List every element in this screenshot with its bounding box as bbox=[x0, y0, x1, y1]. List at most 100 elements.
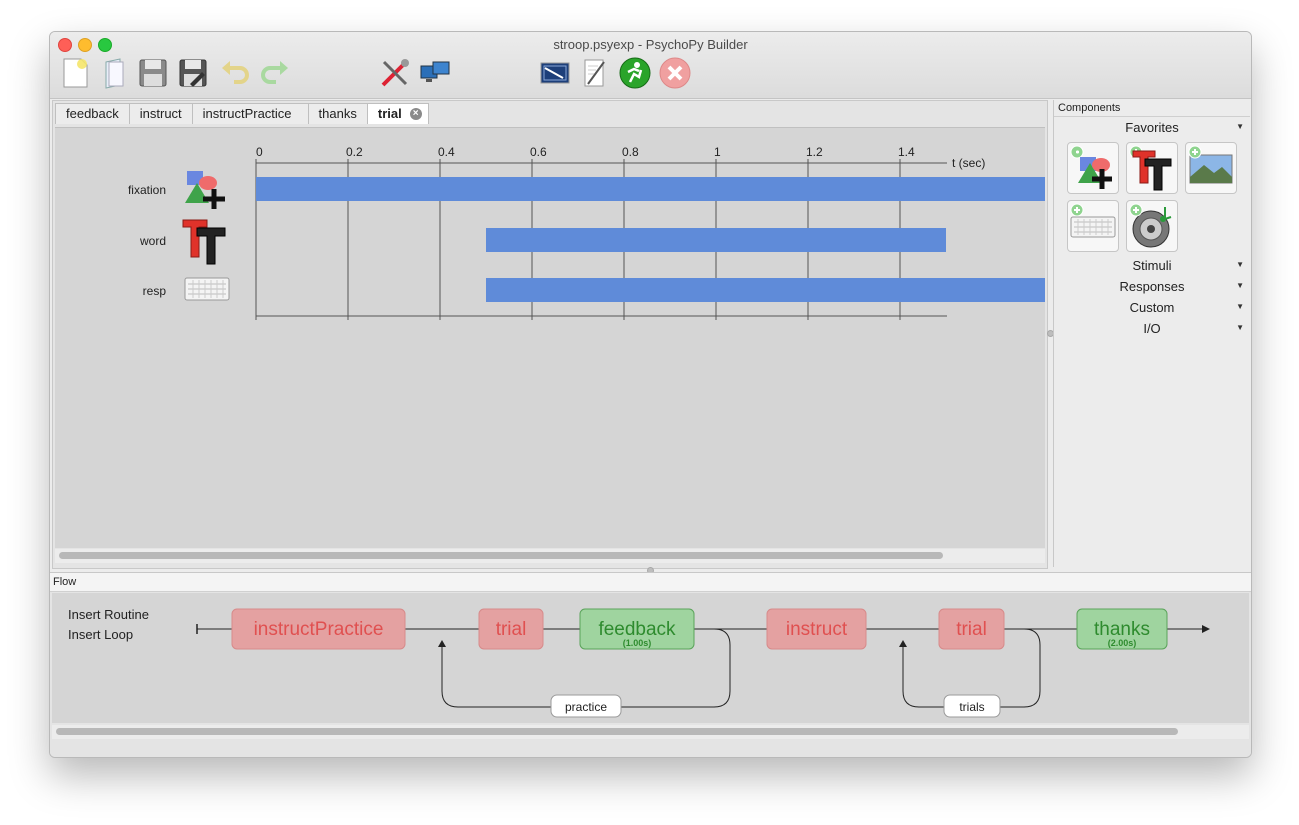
tab-instructPractice[interactable]: instructPractice bbox=[191, 103, 309, 124]
redo-icon[interactable] bbox=[258, 56, 292, 90]
loop-path[interactable] bbox=[441, 628, 731, 708]
routine-duration: (2.00s) bbox=[1108, 638, 1137, 648]
title-bar: stroop.psyexp - PsychoPy Builder bbox=[50, 32, 1251, 99]
polygon-component-button[interactable] bbox=[1067, 142, 1119, 194]
scrollbar-thumb[interactable] bbox=[59, 552, 943, 559]
window-title: stroop.psyexp - PsychoPy Builder bbox=[553, 37, 748, 52]
run-icon[interactable] bbox=[618, 56, 652, 90]
routine-editor: feedback instruct instructPractice thank… bbox=[52, 100, 1048, 569]
dropdown-arrow-icon: ▼ bbox=[1236, 122, 1244, 131]
keyboard-component-button[interactable] bbox=[1067, 200, 1119, 252]
tab-thanks[interactable]: thanks bbox=[307, 103, 368, 124]
routine-label: feedback bbox=[598, 619, 676, 640]
tick-label: 0.8 bbox=[622, 145, 639, 159]
loop-label-trials[interactable]: trials bbox=[959, 700, 984, 714]
routine-instruct[interactable] bbox=[766, 608, 867, 650]
keyboard-icon bbox=[1070, 203, 1116, 238]
routine-timeline: 0 0.2 0.4 0.6 0.8 1 1.2 1.4 t (sec) fixation word r… bbox=[55, 127, 1045, 548]
image-component-button[interactable] bbox=[1185, 142, 1237, 194]
text-component-button[interactable] bbox=[1126, 142, 1178, 194]
polygon-icon[interactable] bbox=[185, 171, 225, 209]
monitor-center-icon[interactable] bbox=[418, 56, 452, 90]
stop-icon[interactable] bbox=[658, 56, 692, 90]
compile-script-icon[interactable] bbox=[578, 56, 612, 90]
loop-arrow bbox=[899, 640, 907, 647]
save-as-icon[interactable] bbox=[176, 56, 210, 90]
insert-loop-button[interactable]: Insert Loop bbox=[68, 627, 133, 642]
new-file-icon[interactable] bbox=[58, 56, 92, 90]
polygon-icon bbox=[1070, 145, 1112, 189]
experiment-settings-icon[interactable] bbox=[538, 56, 572, 90]
category-label: Responses bbox=[1119, 279, 1185, 294]
category-custom[interactable]: Custom ▼ bbox=[1054, 300, 1250, 315]
routine-label: instruct bbox=[786, 619, 848, 640]
flow-canvas: Insert Routine Insert Loop practice trial… bbox=[52, 593, 1249, 723]
text-icon[interactable] bbox=[182, 219, 226, 265]
category-favorites[interactable]: Favorites ▼ bbox=[1054, 120, 1250, 135]
category-stimuli[interactable]: Stimuli ▼ bbox=[1054, 258, 1250, 273]
dropdown-arrow-icon: ▼ bbox=[1236, 302, 1244, 311]
undo-icon[interactable] bbox=[218, 56, 252, 90]
open-file-icon[interactable] bbox=[98, 56, 132, 90]
loop-label-box[interactable] bbox=[550, 694, 622, 718]
component-bar-fixation[interactable] bbox=[256, 177, 1045, 201]
loop-arrow bbox=[438, 640, 446, 647]
component-name-word[interactable]: word bbox=[139, 234, 166, 248]
tab-label: trial bbox=[377, 106, 402, 121]
tick-label: 0.2 bbox=[346, 145, 363, 159]
tab-instruct[interactable]: instruct bbox=[128, 103, 193, 124]
preferences-icon[interactable] bbox=[378, 56, 412, 90]
component-bar-resp[interactable] bbox=[486, 278, 1045, 302]
text-icon bbox=[1129, 145, 1172, 191]
flow-end-arrow bbox=[1202, 625, 1210, 633]
dropdown-arrow-icon: ▼ bbox=[1236, 323, 1244, 332]
routine-trial[interactable] bbox=[478, 608, 544, 650]
routine-label: thanks bbox=[1094, 619, 1150, 640]
components-panel: Components Favorites ▼ Stimuli ▼ Respons… bbox=[1053, 100, 1250, 567]
flow-panel: Flow Insert Routine Insert Loop practice… bbox=[50, 572, 1251, 757]
component-name-fixation[interactable]: fixation bbox=[128, 183, 166, 197]
loop-label-practice[interactable]: practice bbox=[565, 700, 607, 714]
routine-duration: (1.00s) bbox=[623, 638, 652, 648]
routine-trial[interactable] bbox=[938, 608, 1005, 650]
save-icon[interactable] bbox=[136, 56, 170, 90]
loop-label-box[interactable] bbox=[943, 694, 1001, 718]
tick-label: 0.4 bbox=[438, 145, 455, 159]
routine-tabs: feedback instruct instructPractice thank… bbox=[55, 103, 429, 125]
keyboard-icon[interactable] bbox=[184, 277, 230, 301]
routine-label: instructPractice bbox=[254, 619, 384, 640]
tab-feedback[interactable]: feedback bbox=[55, 103, 130, 124]
close-tab-icon[interactable]: × bbox=[409, 108, 422, 120]
tick-label: 1.2 bbox=[806, 145, 823, 159]
tab-label: instruct bbox=[139, 106, 182, 121]
tab-label: feedback bbox=[66, 106, 119, 121]
scrollbar-thumb[interactable] bbox=[56, 728, 1178, 735]
category-label: Custom bbox=[1129, 300, 1175, 315]
category-responses[interactable]: Responses ▼ bbox=[1054, 279, 1250, 294]
psychopy-builder-window: stroop.psyexp - PsychoPy Builder feedbac… bbox=[49, 31, 1252, 758]
components-header: Components bbox=[1054, 100, 1250, 117]
loop-path[interactable] bbox=[902, 628, 1041, 708]
image-icon bbox=[1188, 145, 1233, 184]
category-label: I/O bbox=[1143, 321, 1161, 336]
category-io[interactable]: I/O ▼ bbox=[1054, 321, 1250, 336]
dropdown-arrow-icon: ▼ bbox=[1236, 281, 1244, 290]
routine-horizontal-scrollbar[interactable] bbox=[55, 549, 1045, 563]
routine-label: trial bbox=[956, 619, 987, 640]
tick-label: 1 bbox=[714, 145, 721, 159]
routine-instructPractice[interactable] bbox=[231, 608, 406, 650]
sound-icon bbox=[1129, 203, 1172, 248]
component-name-resp[interactable]: resp bbox=[143, 284, 167, 298]
tab-label: thanks bbox=[318, 106, 357, 121]
routine-label: trial bbox=[496, 619, 527, 640]
insert-routine-button[interactable]: Insert Routine bbox=[68, 607, 149, 622]
dropdown-arrow-icon: ▼ bbox=[1236, 260, 1244, 269]
tick-label: 0.6 bbox=[530, 145, 547, 159]
flow-horizontal-scrollbar[interactable] bbox=[52, 725, 1249, 739]
sound-component-button[interactable] bbox=[1126, 200, 1178, 252]
tick-label: 0 bbox=[256, 145, 263, 159]
routine-thanks[interactable] bbox=[1076, 608, 1168, 650]
component-bar-word[interactable] bbox=[486, 228, 946, 252]
routine-feedback[interactable] bbox=[579, 608, 695, 650]
tab-trial[interactable]: trial × bbox=[366, 103, 429, 124]
